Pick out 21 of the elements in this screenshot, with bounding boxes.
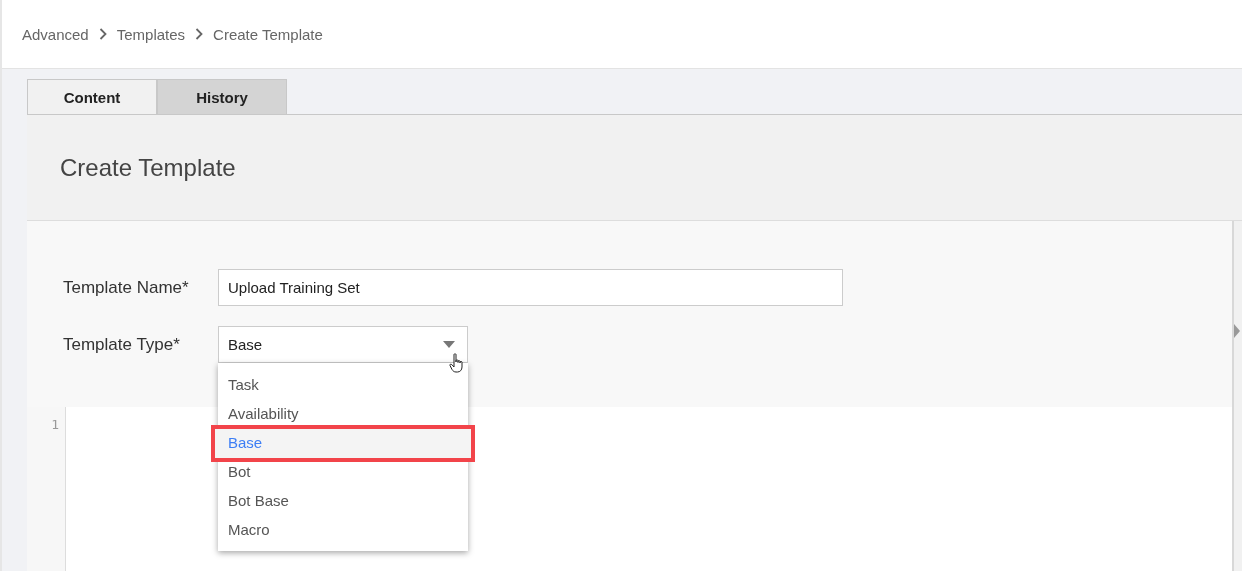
dropdown-option[interactable]: Task — [218, 376, 468, 393]
dropdown-option[interactable]: Macro — [218, 521, 468, 538]
field-label: Template Type* — [63, 334, 181, 355]
dropdown-option[interactable]: Base — [218, 434, 468, 451]
dropdown-option[interactable]: Bot — [218, 463, 468, 480]
field-label: Template Name* — [63, 277, 190, 298]
expand-arrow-icon[interactable] — [1234, 324, 1240, 338]
breadcrumb-link[interactable]: Advanced — [22, 25, 89, 43]
chevron-icon — [195, 28, 204, 40]
current-page-label: Create Template — [213, 25, 323, 43]
caret-icon — [443, 341, 455, 348]
dropdown-option[interactable]: Availability — [218, 405, 468, 422]
dropdown-option[interactable]: Bot Base — [218, 492, 468, 509]
chevron-icon — [98, 28, 107, 40]
breadcrumb-link[interactable]: Templates — [116, 25, 186, 43]
type-select[interactable]: Base — [218, 326, 468, 363]
tab[interactable]: History — [157, 79, 287, 114]
name-input-field[interactable]: Upload Training Set — [218, 269, 843, 306]
line-number: 1 — [51, 417, 59, 432]
tab[interactable]: Content — [27, 79, 157, 114]
page-title: Create Template — [60, 153, 236, 182]
